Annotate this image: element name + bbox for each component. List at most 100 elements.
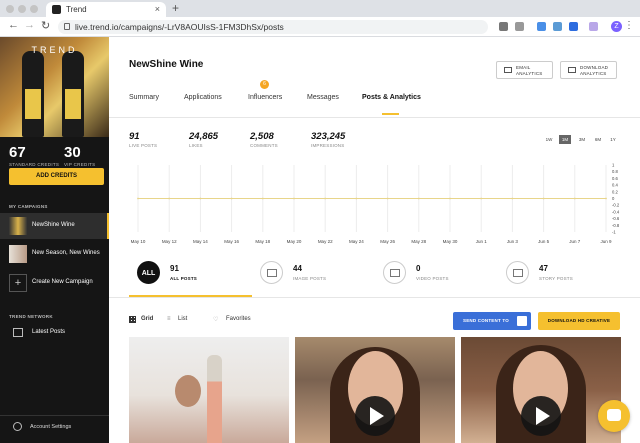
campaign-thumbnail [9,217,27,235]
chart-y-tick-label: 1 [612,163,615,168]
lock-icon [64,23,70,30]
url-field[interactable]: live.trend.io/campaigns/-LrV8AOUIsS-1FM3… [58,20,488,34]
chart-data-point [449,197,451,200]
extension-k-icon[interactable] [589,22,598,31]
window-close-dot[interactable] [6,5,14,13]
extension-icon[interactable] [553,22,562,31]
post-tab-count: 0 [416,264,421,273]
range-1w[interactable]: 1W [543,135,555,144]
add-credits-button[interactable]: ADD CREDITS [9,168,104,185]
reload-button[interactable]: ↻ [41,19,50,32]
tab-summary[interactable]: Summary [129,94,159,101]
create-campaign-button[interactable]: + Create New Campaign [0,270,109,296]
chart-data-point [355,197,358,200]
post-tab-label: STORY POSTS [539,276,573,281]
trend-favicon-icon [52,5,61,14]
stat-label: LIKES [189,143,203,148]
account-settings-label: Account Settings [30,424,72,430]
campaign-thumbnail [9,245,27,263]
window-minimize-dot[interactable] [18,5,26,13]
influencers-count-badge: 6 [260,80,269,89]
tab-close-icon[interactable]: × [155,4,160,14]
download-analytics-button[interactable]: DOWNLOAD ANALYTICS [560,61,617,79]
stat-comments: 2,508 COMMENTS [250,131,278,148]
browser-menu-icon[interactable]: ⋮ [624,20,634,31]
post-card[interactable] [461,337,621,443]
chart-data-point [605,197,607,200]
stat-value: 2,508 [250,131,274,142]
drive-extension-icon[interactable] [569,22,578,31]
stat-value: 323,245 [311,131,346,142]
send-content-button[interactable]: SEND CONTENT TO [453,312,531,330]
campaign-item-new-season[interactable]: New Season, New Wines [0,241,109,267]
campaign-item-newshine-wine[interactable]: NewShine Wine [0,213,109,239]
post-tab-count: 47 [539,264,548,273]
post-card[interactable] [295,337,455,443]
chart-x-tick-label: May 16 [224,239,239,244]
play-icon[interactable] [355,396,395,436]
stat-label: COMMENTS [250,143,278,148]
email-analytics-button[interactable]: EMAIL ANALYTICS [496,61,553,79]
list-icon[interactable]: ≡ [167,316,171,322]
trend-network-title: TREND NETWORK [9,314,53,319]
range-1m[interactable]: 1M [559,135,571,144]
browser-tab[interactable]: Trend × [46,2,166,17]
account-settings-link[interactable]: Account Settings [0,415,109,437]
chart-x-tick-label: Jun 1 [476,239,488,244]
back-button[interactable]: ← [8,19,19,31]
chart-data-point [137,197,139,200]
latest-posts-link[interactable]: Latest Posts [0,325,109,343]
window-maximize-dot[interactable] [30,5,38,13]
chart-data-point [230,197,233,200]
range-1y[interactable]: 1Y [607,135,619,144]
main-content: NewShine Wine EMAIL ANALYTICS DOWNLOAD ANA… [109,37,640,443]
tab-influencers[interactable]: Influencers [248,94,282,101]
campaign-name: NewShine Wine [32,222,75,228]
posts-toolbar: Grid ≡ List ♡ Favorites SEND CONTENT TO … [109,309,640,331]
forward-button[interactable]: → [24,19,35,31]
chart-y-tick-label: 0.2 [612,189,618,194]
download-hd-label: DOWNLOAD HD CREATIVE [547,318,611,323]
chat-support-button[interactable] [598,400,630,432]
list-view-toggle[interactable]: List [178,316,187,322]
grid-view-toggle[interactable]: Grid [141,316,153,322]
post-photo-wine-bottle [207,355,222,443]
create-campaign-label: Create New Campaign [32,279,93,285]
new-tab-button[interactable]: + [172,1,179,15]
vip-credits: 30 VIP CREDITS [64,144,95,167]
grid-icon[interactable] [129,316,136,323]
chart-data-point [324,197,327,200]
stat-label: LIVE POSTS [129,143,158,148]
chart-y-tick-label: -0.8 [612,223,620,228]
chart-data-point [261,197,264,200]
tab-messages[interactable]: Messages [307,94,339,101]
chart-x-tick-label: May 24 [349,239,364,244]
sidebar: TREND 67 STANDARD CREDITS 30 VIP CREDITS… [0,37,109,443]
tab-applications[interactable]: Applications [184,94,222,101]
standard-credits-label: STANDARD CREDITS [9,162,60,167]
download-hd-creative-button[interactable]: DOWNLOAD HD CREATIVE [538,312,620,330]
stat-live-posts: 91 LIVE POSTS [129,131,157,148]
chart-x-tick-label: May 30 [443,239,458,244]
heart-icon[interactable]: ♡ [213,316,218,323]
skype-extension-icon[interactable] [537,22,546,31]
chart-x-tick-label: May 28 [411,239,426,244]
tab-title: Trend [66,5,87,14]
stat-impressions: 323,245 IMPRESSIONS [311,131,345,148]
tab-posts-analytics[interactable]: Posts & Analytics [362,94,421,101]
star-icon[interactable] [515,22,524,31]
play-icon[interactable] [521,396,561,436]
campaign-hero-image: TREND [0,37,109,137]
profile-avatar[interactable]: Z [611,21,622,32]
chart-data-point [511,197,514,200]
chart-data-point [386,197,389,200]
chart-data-point [293,197,295,200]
range-6m[interactable]: 6M [592,135,604,144]
key-icon[interactable] [499,22,508,31]
video-icon [383,261,406,284]
url-text: live.trend.io/campaigns/-LrV8AOUIsS-1FM3… [75,22,284,32]
address-bar-row: ← → ↻ live.trend.io/campaigns/-LrV8AOUIs… [0,17,640,37]
post-card[interactable] [129,337,289,443]
range-3m[interactable]: 3M [576,135,588,144]
favorites-filter[interactable]: Favorites [226,316,251,322]
